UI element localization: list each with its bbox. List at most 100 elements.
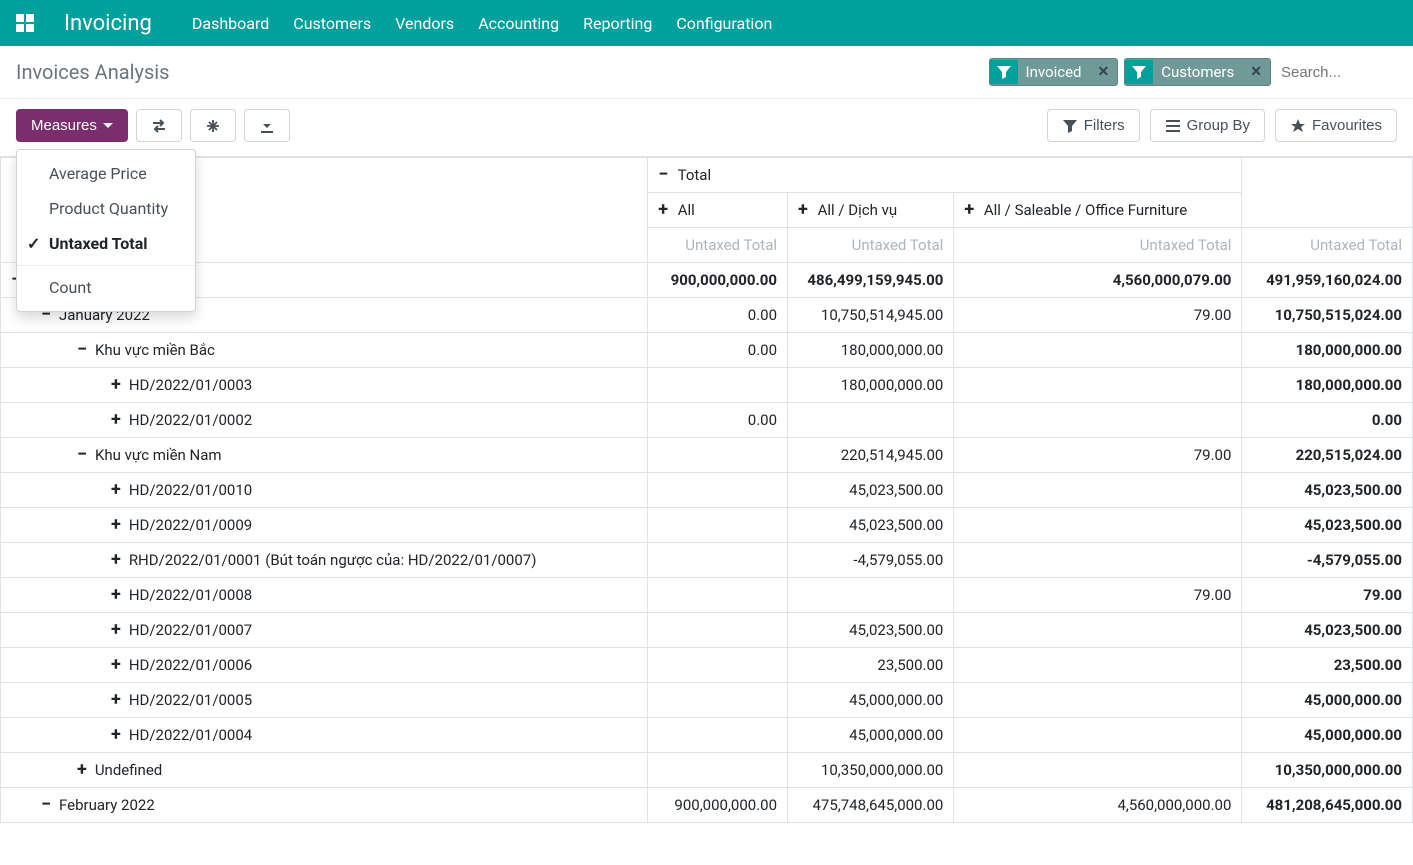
col-header-office[interactable]: + All / Saleable / Office Furniture <box>954 193 1242 228</box>
data-cell[interactable]: 23,500.00 <box>788 648 954 683</box>
download-button[interactable] <box>244 109 290 142</box>
data-cell[interactable] <box>648 438 788 473</box>
measure-untaxed-total[interactable]: Untaxed Total <box>17 226 195 261</box>
data-cell[interactable]: 900,000,000.00 <box>648 788 788 823</box>
data-cell[interactable] <box>648 368 788 403</box>
data-cell[interactable] <box>788 578 954 613</box>
data-cell[interactable] <box>648 543 788 578</box>
data-cell[interactable] <box>954 333 1242 368</box>
nav-reporting[interactable]: Reporting <box>583 14 652 33</box>
data-cell[interactable] <box>648 683 788 718</box>
row-header[interactable]: +HD/2022/01/0006 <box>1 648 648 683</box>
row-total-cell[interactable]: 10,350,000,000.00 <box>1242 753 1413 788</box>
measure-header[interactable]: Untaxed Total <box>788 228 954 263</box>
data-cell[interactable]: 45,023,500.00 <box>788 508 954 543</box>
nav-dashboard[interactable]: Dashboard <box>192 14 269 33</box>
row-total-cell[interactable]: 220,515,024.00 <box>1242 438 1413 473</box>
data-cell[interactable]: 79.00 <box>954 298 1242 333</box>
search-input[interactable] <box>1277 60 1397 85</box>
measures-button[interactable]: Measures <box>16 109 128 142</box>
measure-count[interactable]: Count <box>17 270 195 305</box>
row-header[interactable]: +Undefined <box>1 753 648 788</box>
expand-all-button[interactable] <box>190 109 236 142</box>
filters-button[interactable]: Filters <box>1047 109 1140 142</box>
row-total-cell[interactable]: 10,750,515,024.00 <box>1242 298 1413 333</box>
data-cell[interactable]: 180,000,000.00 <box>788 368 954 403</box>
row-total-cell[interactable]: 180,000,000.00 <box>1242 333 1413 368</box>
data-cell[interactable]: 486,499,159,945.00 <box>788 263 954 298</box>
data-cell[interactable] <box>648 508 788 543</box>
data-cell[interactable]: 180,000,000.00 <box>788 333 954 368</box>
row-header[interactable]: +HD/2022/01/0004 <box>1 718 648 753</box>
data-cell[interactable] <box>788 403 954 438</box>
row-total-cell[interactable]: 45,023,500.00 <box>1242 473 1413 508</box>
filter-chip-customers[interactable]: Customers ✕ <box>1124 58 1271 86</box>
row-total-cell[interactable]: -4,579,055.00 <box>1242 543 1413 578</box>
data-cell[interactable] <box>954 613 1242 648</box>
data-cell[interactable]: 45,000,000.00 <box>788 718 954 753</box>
row-header[interactable]: +HD/2022/01/0005 <box>1 683 648 718</box>
row-header[interactable]: +HD/2022/01/0009 <box>1 508 648 543</box>
data-cell[interactable]: 900,000,000.00 <box>648 263 788 298</box>
flip-axis-button[interactable] <box>136 109 182 142</box>
nav-customers[interactable]: Customers <box>293 14 371 33</box>
data-cell[interactable] <box>954 718 1242 753</box>
row-total-cell[interactable]: 491,959,160,024.00 <box>1242 263 1413 298</box>
row-total-cell[interactable]: 45,023,500.00 <box>1242 508 1413 543</box>
data-cell[interactable] <box>954 648 1242 683</box>
apps-icon[interactable] <box>16 14 34 32</box>
row-header[interactable]: +HD/2022/01/0008 <box>1 578 648 613</box>
data-cell[interactable] <box>954 753 1242 788</box>
data-cell[interactable]: 475,748,645,000.00 <box>788 788 954 823</box>
row-header[interactable]: −February 2022 <box>1 788 648 823</box>
row-total-cell[interactable]: 45,000,000.00 <box>1242 718 1413 753</box>
row-header[interactable]: +HD/2022/01/0003 <box>1 368 648 403</box>
data-cell[interactable]: 45,023,500.00 <box>788 473 954 508</box>
data-cell[interactable]: 10,350,000,000.00 <box>788 753 954 788</box>
data-cell[interactable] <box>954 683 1242 718</box>
data-cell[interactable] <box>648 753 788 788</box>
data-cell[interactable]: 10,750,514,945.00 <box>788 298 954 333</box>
data-cell[interactable]: 0.00 <box>648 298 788 333</box>
data-cell[interactable]: 4,560,000,079.00 <box>954 263 1242 298</box>
row-total-cell[interactable]: 481,208,645,000.00 <box>1242 788 1413 823</box>
data-cell[interactable]: 79.00 <box>954 578 1242 613</box>
row-header[interactable]: −Khu vực miền Nam <box>1 438 648 473</box>
data-cell[interactable] <box>648 718 788 753</box>
nav-configuration[interactable]: Configuration <box>676 14 772 33</box>
row-header[interactable]: +HD/2022/01/0002 <box>1 403 648 438</box>
row-header[interactable]: +HD/2022/01/0007 <box>1 613 648 648</box>
data-cell[interactable] <box>954 543 1242 578</box>
row-total-cell[interactable]: 45,000,000.00 <box>1242 683 1413 718</box>
data-cell[interactable] <box>954 403 1242 438</box>
data-cell[interactable]: 0.00 <box>648 403 788 438</box>
row-total-cell[interactable]: 180,000,000.00 <box>1242 368 1413 403</box>
close-icon[interactable]: ✕ <box>1242 60 1270 84</box>
data-cell[interactable]: 4,560,000,000.00 <box>954 788 1242 823</box>
data-cell[interactable] <box>954 473 1242 508</box>
measure-average-price[interactable]: Average Price <box>17 156 195 191</box>
row-header[interactable]: +HD/2022/01/0010 <box>1 473 648 508</box>
data-cell[interactable]: 45,000,000.00 <box>788 683 954 718</box>
data-cell[interactable]: -4,579,055.00 <box>788 543 954 578</box>
measure-product-quantity[interactable]: Product Quantity <box>17 191 195 226</box>
data-cell[interactable]: 0.00 <box>648 333 788 368</box>
col-header-total[interactable]: − Total <box>648 158 1242 193</box>
row-total-cell[interactable]: 23,500.00 <box>1242 648 1413 683</box>
nav-accounting[interactable]: Accounting <box>478 14 559 33</box>
row-total-cell[interactable]: 45,023,500.00 <box>1242 613 1413 648</box>
data-cell[interactable] <box>954 368 1242 403</box>
col-header-all[interactable]: + All <box>648 193 788 228</box>
favourites-button[interactable]: Favourites <box>1275 109 1397 142</box>
data-cell[interactable] <box>954 508 1242 543</box>
data-cell[interactable] <box>648 473 788 508</box>
row-header[interactable]: +RHD/2022/01/0001 (Bút toán ngược của: H… <box>1 543 648 578</box>
row-total-cell[interactable]: 0.00 <box>1242 403 1413 438</box>
measure-header[interactable]: Untaxed Total <box>648 228 788 263</box>
row-header[interactable]: −Khu vực miền Bắc <box>1 333 648 368</box>
close-icon[interactable]: ✕ <box>1090 60 1118 84</box>
filter-chip-invoiced[interactable]: Invoiced ✕ <box>989 58 1119 86</box>
groupby-button[interactable]: Group By <box>1150 109 1265 142</box>
data-cell[interactable] <box>648 648 788 683</box>
data-cell[interactable]: 45,023,500.00 <box>788 613 954 648</box>
